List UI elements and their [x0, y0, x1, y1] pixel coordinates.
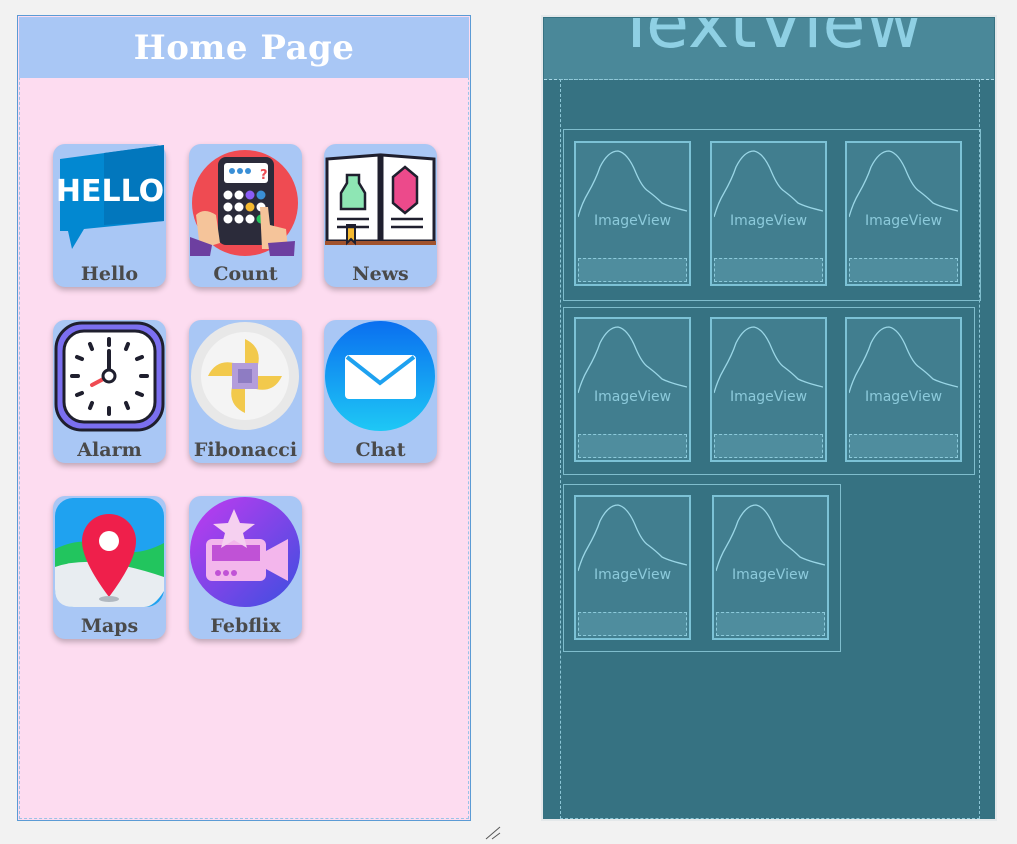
blueprint-header: TextView [544, 18, 994, 80]
imageview-label: ImageView [729, 213, 808, 229]
imageview-footer [578, 258, 687, 282]
imageview-footer [849, 258, 958, 282]
blueprint-imageview: ImageView [845, 317, 962, 462]
app-label: Febflix [210, 615, 281, 637]
blueprint-textview: TextView [615, 18, 923, 64]
blueprint-imageview: ImageView [574, 317, 691, 462]
blueprint-imageview: ImageView [574, 141, 691, 286]
page-title: Home Page [133, 27, 355, 68]
app-label: Count [213, 263, 278, 285]
imageview-label: ImageView [729, 389, 808, 405]
imageview-label: ImageView [593, 567, 672, 583]
app-tile-news[interactable]: News [324, 144, 437, 287]
app-tile-fibonacci[interactable]: Fibonacci [189, 320, 302, 463]
imageview-footer [714, 434, 823, 458]
calculator-icon: ? [190, 145, 301, 256]
map-pin-icon [54, 497, 165, 608]
app-label: Maps [80, 615, 139, 637]
app-tile-count[interactable]: ? Count [189, 144, 302, 287]
pinwheel-icon [190, 321, 301, 432]
imageview-label: ImageView [593, 389, 672, 405]
app-label: News [352, 263, 409, 285]
imageview-label: ImageView [593, 213, 672, 229]
design-preview: Home Page HELLO Hello ? Count News Alarm… [17, 15, 471, 821]
app-header: Home Page [19, 17, 469, 78]
app-tile-maps[interactable]: Maps [53, 496, 166, 639]
blueprint-imageview: ImageView [712, 495, 829, 640]
app-tile-febflix[interactable]: Febflix [189, 496, 302, 639]
svg-text:?: ? [260, 168, 268, 183]
imageview-footer [714, 258, 823, 282]
app-tile-alarm[interactable]: Alarm [53, 320, 166, 463]
envelope-icon [325, 321, 436, 432]
blueprint-view: TextView ImageView ImageView ImageView I… [541, 15, 997, 821]
imageview-footer [716, 612, 825, 636]
app-label: Chat [355, 439, 406, 461]
clock-icon [54, 321, 165, 432]
blueprint-imageview: ImageView [574, 495, 691, 640]
imageview-label: ImageView [864, 389, 943, 405]
blueprint-imageview: ImageView [710, 141, 827, 286]
svg-text:HELLO: HELLO [56, 174, 164, 209]
hello-speech-bubble-icon: HELLO [54, 145, 165, 256]
imageview-label: ImageView [864, 213, 943, 229]
blueprint-imageview: ImageView [845, 141, 962, 286]
imageview-footer [578, 612, 687, 636]
open-book-icon [325, 145, 436, 256]
resize-handle-icon[interactable] [484, 824, 502, 844]
imageview-footer [849, 434, 958, 458]
video-camera-star-icon [190, 497, 301, 608]
app-label: Fibonacci [193, 439, 298, 461]
app-tile-hello[interactable]: HELLO Hello [53, 144, 166, 287]
app-label: Alarm [77, 439, 142, 461]
app-tile-chat[interactable]: Chat [324, 320, 437, 463]
app-label: Hello [80, 263, 139, 285]
imageview-label: ImageView [731, 567, 810, 583]
imageview-footer [578, 434, 687, 458]
blueprint-imageview: ImageView [710, 317, 827, 462]
